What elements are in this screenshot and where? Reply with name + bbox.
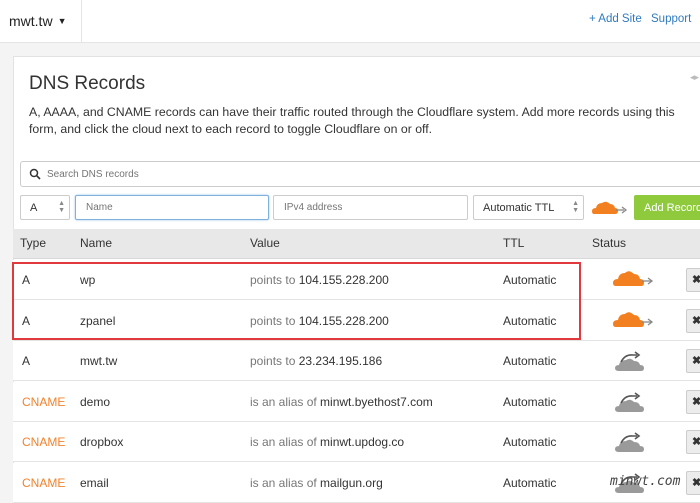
- delete-record-button[interactable]: ✖: [686, 430, 700, 454]
- col-status: Status: [592, 236, 627, 250]
- col-ttl: TTL: [503, 236, 525, 250]
- col-type: Type: [20, 236, 47, 250]
- record-value-prefix: is an alias of: [250, 475, 317, 490]
- record-name[interactable]: demo: [80, 395, 110, 409]
- delete-record-button[interactable]: ✖: [686, 268, 700, 292]
- table-row: Amwt.tw points to 23.234.195.186 Automatic…: [13, 341, 700, 381]
- record-name[interactable]: dropbox: [80, 435, 123, 449]
- collapse-arrows-icon[interactable]: ◂▸: [690, 72, 699, 83]
- grey-cloud-icon[interactable]: [611, 390, 655, 421]
- record-name[interactable]: email: [80, 476, 109, 490]
- delete-record-button[interactable]: ✖: [686, 389, 700, 414]
- grey-cloud-icon[interactable]: [611, 349, 655, 380]
- caret-down-icon: ▼: [57, 16, 67, 26]
- record-type: CNAME: [22, 394, 66, 409]
- orange-cloud-icon[interactable]: [611, 268, 655, 295]
- table-row: CNAME email is an alias of mailgun.org Auto…: [13, 462, 700, 503]
- search-bar[interactable]: [20, 161, 700, 187]
- table-header: Type Name Value TTL Status: [13, 229, 700, 259]
- record-ttl[interactable]: Automatic: [503, 476, 556, 490]
- search-input[interactable]: [45, 167, 649, 181]
- record-type: CNAME: [22, 475, 66, 490]
- highlight-box: [12, 262, 581, 340]
- ipv4-input[interactable]: [282, 201, 466, 214]
- name-field[interactable]: [75, 195, 269, 220]
- table-row: CNAME demo is an alias of minwt.byethost7.…: [13, 381, 700, 422]
- record-ttl[interactable]: Automatic: [503, 354, 556, 368]
- ttl-value: Automatic TTL: [483, 201, 555, 214]
- delete-record-button[interactable]: ✖: [686, 349, 700, 373]
- col-name: Name: [80, 236, 113, 250]
- record-value[interactable]: points to 23.234.195.186: [250, 354, 382, 368]
- top-bar: mwt.tw ▼ + Add Site Support: [0, 0, 700, 43]
- record-value-prefix: is an alias of: [250, 394, 317, 409]
- record-value-target: 23.234.195.186: [298, 354, 383, 368]
- record-value-prefix: is an alias of: [250, 435, 317, 449]
- record-ttl[interactable]: Automatic: [503, 395, 556, 409]
- record-value-prefix: points to: [250, 354, 296, 368]
- record-type-select[interactable]: A ▲ ▼: [20, 195, 70, 220]
- page-title: DNS Records: [29, 73, 146, 94]
- watermark: minwt.com: [610, 474, 681, 489]
- record-type: A: [22, 354, 31, 368]
- col-value: Value: [250, 236, 280, 250]
- domain-selector[interactable]: mwt.tw ▼: [0, 0, 82, 42]
- record-type: CNAME: [22, 435, 66, 449]
- support-link[interactable]: Support: [651, 13, 691, 25]
- record-ttl[interactable]: Automatic: [503, 435, 556, 449]
- table-row: CNAME dropbox is an alias of minwt.updog.c…: [13, 422, 700, 462]
- name-input[interactable]: [84, 201, 268, 214]
- orange-cloud-icon[interactable]: [611, 309, 655, 336]
- delete-record-button[interactable]: ✖: [686, 308, 700, 333]
- record-value[interactable]: is an alias of minwt.byethost7.com: [250, 395, 433, 409]
- search-icon: [29, 168, 41, 180]
- add-record-button[interactable]: Add Record: [634, 195, 700, 220]
- grey-cloud-icon[interactable]: [611, 430, 655, 461]
- ttl-select[interactable]: Automatic TTL ▲ ▼: [473, 195, 584, 220]
- record-name[interactable]: mwt.tw: [80, 354, 117, 368]
- record-value-target: mailgun.org: [320, 475, 383, 490]
- dns-description: A, AAAA, and CNAME records can have thei…: [29, 105, 675, 136]
- cloud-toggle-icon[interactable]: [590, 198, 628, 218]
- record-value[interactable]: is an alias of minwt.updog.co: [250, 435, 404, 449]
- domain-name: mwt.tw: [9, 13, 53, 29]
- record-value-target: minwt.byethost7.com: [320, 394, 433, 409]
- ipv4-field[interactable]: [273, 195, 468, 220]
- record-type-value: A: [30, 201, 38, 214]
- add-site-link[interactable]: + Add Site: [589, 13, 642, 25]
- record-value-target: minwt.updog.co: [320, 435, 405, 449]
- record-value[interactable]: is an alias of mailgun.org: [250, 476, 383, 490]
- delete-record-button[interactable]: ✖: [686, 470, 700, 495]
- updown-arrows-icon: ▲ ▼: [58, 200, 65, 214]
- updown-arrows-icon: ▲ ▼: [572, 200, 579, 214]
